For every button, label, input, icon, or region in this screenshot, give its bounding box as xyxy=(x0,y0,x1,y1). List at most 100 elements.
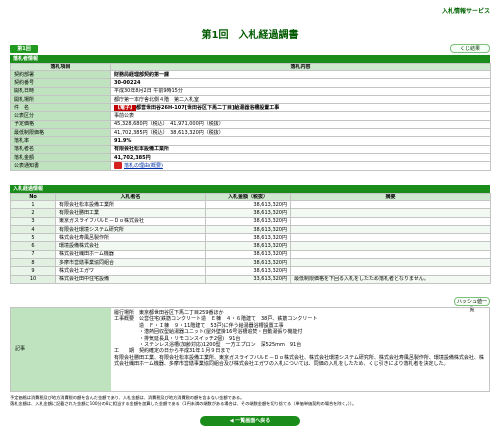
summary-value-cell: 【電子】都営世田谷26H-107[世田谷区下馬二丁目]給湯器浴槽設置工事 xyxy=(110,103,491,113)
hash-list-button[interactable]: ハッシュ値一覧 xyxy=(454,297,490,313)
bid-name: 多摩市営繕事業協同組合 xyxy=(55,258,206,268)
summary-value-cell: 事前公表 xyxy=(110,111,491,121)
summary-value: 事前公表 xyxy=(114,113,135,120)
bid-amount: 38,613,320円 xyxy=(205,241,291,251)
summary-section-header: 落札者情報 xyxy=(10,55,490,63)
bid-amount: 38,613,320円 xyxy=(205,258,291,268)
summary-value: 41,702,385円（税込） 38,613,320円（税抜） xyxy=(114,129,224,136)
bids-table: No 入札者名 入札金額（税抜） 摘要 1 有限会社松本設備工業所 38,613,3… xyxy=(10,193,491,284)
summary-table: 落札項目 落札内容 契約部署 財務局経理部契約第一課 契約番号 30-00224 開札日… xyxy=(10,63,491,171)
summary-label: 最低制限価格 xyxy=(10,128,111,138)
column-header-content: 落札内容 xyxy=(110,63,491,71)
bid-no: 9 xyxy=(10,266,56,276)
bid-name: 株式会社織田ホーム機器 xyxy=(55,249,206,260)
bid-row: 8 多摩市営繕事業協同組合 38,613,320円 xyxy=(10,258,491,268)
bid-name: 東京ガスライフバルＥ－Ｄｏ株式会社 xyxy=(55,216,206,226)
column-header-item: 落札項目 xyxy=(10,63,111,71)
bid-amount: 38,613,320円 xyxy=(205,266,291,276)
bid-no: 2 xyxy=(10,208,56,218)
bid-note: 最低制限価格を下回る入札をしたため落札者となりません。 xyxy=(290,274,491,284)
page-title: 第1回 入札経過調書 xyxy=(201,30,299,41)
summary-label: 開札日時 xyxy=(10,86,111,96)
remarks-text: 履行場所 東京都世田谷区下馬二丁目259番ほか 工事概要 公営住宅(鉄筋コンクリ… xyxy=(114,310,484,368)
bid-no: 7 xyxy=(10,249,56,260)
bid-name: 環境設備株式会社 xyxy=(55,241,206,251)
back-to-list-button[interactable]: ◀ 一覧画面へ戻る xyxy=(200,416,300,426)
summary-value-cell: 平成30年8月2日 午前9時15分 xyxy=(110,86,491,96)
bid-no: 1 xyxy=(10,199,56,210)
bid-note xyxy=(290,216,491,226)
summary-value-cell: 41,702,385円 xyxy=(110,152,491,163)
summary-row: 予定価格 45,328,680円（税込） 41,971,000円（税抜） xyxy=(10,119,491,130)
bid-name: 有限会社松本設備工業所 xyxy=(55,199,206,210)
summary-value-cell: 都庁第一本庁舎北側４階 第二入札室 xyxy=(110,94,491,105)
bid-note xyxy=(290,208,491,218)
bid-no: 4 xyxy=(10,224,56,235)
summary-value-cell: 41,702,385円（税込） 38,613,320円（税抜） xyxy=(110,128,491,138)
bid-note xyxy=(290,199,491,210)
summary-row: 最低制限価格 41,702,385円（税込） 38,613,320円（税抜） xyxy=(10,128,491,138)
summary-row: 件 名【電子】都営世田谷26H-107[世田谷区下馬二丁目]給湯器浴槽設置工事 xyxy=(10,103,491,113)
bid-row: 5 株式会社寿風呂製作所 38,613,320円 xyxy=(10,233,491,243)
bid-name: 有限会社環境システム研究所 xyxy=(55,224,206,235)
bid-no: 10 xyxy=(10,274,56,284)
summary-label: 公表通知書 xyxy=(10,161,111,171)
notice-pdf-link[interactable]: 落札の理由(概要) xyxy=(124,163,163,169)
summary-value-cell: 91.9% xyxy=(110,136,491,146)
summary-value: 有限会社松本設備工業所 xyxy=(114,146,170,153)
summary-label: 公表区分 xyxy=(10,111,111,121)
column-header-no: No xyxy=(10,193,56,201)
summary-row: 契約番号 30-00224 xyxy=(10,78,491,88)
summary-label: 開札場所 xyxy=(10,94,111,105)
bid-row: 10 株式会社田中住宅設備 33,613,320円 最低制限価格を下回る入札をしたため… xyxy=(10,274,491,284)
summary-row: 落札金額 41,702,385円 xyxy=(10,152,491,163)
bid-amount: 38,613,320円 xyxy=(205,199,291,210)
summary-row: 開札場所 都庁第一本庁舎北側４階 第二入札室 xyxy=(10,94,491,105)
bid-no: 3 xyxy=(10,216,56,226)
bid-note xyxy=(290,224,491,235)
bid-row: 2 有限会社勝田工業 38,613,320円 xyxy=(10,208,491,218)
pdf-icon xyxy=(114,162,122,170)
summary-value-cell: 有限会社松本設備工業所 xyxy=(110,144,491,154)
back-arrow-icon: ◀ xyxy=(229,418,234,424)
summary-value-cell: 落札の理由(概要) xyxy=(110,161,491,171)
bid-row: 7 株式会社織田ホーム機器 38,613,320円 xyxy=(10,249,491,260)
summary-label: 落札率 xyxy=(10,136,111,146)
summary-value: 都庁第一本庁舎北側４階 第二入札室 xyxy=(114,96,200,103)
column-header-amount: 入札金額（税抜） xyxy=(205,193,291,201)
bid-no: 8 xyxy=(10,258,56,268)
bids-section-header: 入札経過情報 xyxy=(10,185,490,193)
bid-note xyxy=(290,241,491,251)
bid-note xyxy=(290,258,491,268)
bid-amount: 38,613,320円 xyxy=(205,208,291,218)
summary-label: 契約部署 xyxy=(10,69,111,80)
summary-label: 件 名 xyxy=(10,103,111,113)
summary-value-cell: 財務局経理部契約第一課 xyxy=(110,69,491,80)
bid-amount: 38,613,320円 xyxy=(205,233,291,243)
remarks-label: 記事 xyxy=(15,346,26,352)
bid-note xyxy=(290,266,491,276)
lottery-result-button[interactable]: くじ結果 xyxy=(450,44,490,53)
summary-label: 予定価格 xyxy=(10,119,111,130)
footnote: 予定価格は消費税及び地方消費税の額を含んだ金額であり、入札金額は、消費税及び地方… xyxy=(10,395,357,406)
summary-row: 落札者名 有限会社松本設備工業所 xyxy=(10,144,491,154)
bid-amount: 33,613,320円 xyxy=(205,274,291,284)
bid-row: 4 有限会社環境システム研究所 38,613,320円 xyxy=(10,224,491,235)
summary-value-cell: 45,328,680円（税込） 41,971,000円（税抜） xyxy=(110,119,491,130)
summary-row: 開札日時 平成30年8月2日 午前9時15分 xyxy=(10,86,491,96)
bid-note xyxy=(290,249,491,260)
summary-row: 契約部署 財務局経理部契約第一課 xyxy=(10,69,491,80)
bid-note xyxy=(290,233,491,243)
bid-no: 6 xyxy=(10,241,56,251)
summary-value-cell: 30-00224 xyxy=(110,78,491,88)
portal-link[interactable]: 入札情報サービス xyxy=(442,6,490,15)
bid-no: 5 xyxy=(10,233,56,243)
bid-amount: 38,613,320円 xyxy=(205,216,291,226)
remarks-label-cell: 記事 xyxy=(11,308,111,391)
electronic-badge: 【電子】 xyxy=(114,104,137,111)
summary-value: 45,328,680円（税込） 41,971,000円（税抜） xyxy=(114,121,224,128)
remarks-box: 記事 履行場所 東京都世田谷区下馬二丁目259番ほか 工事概要 公営住宅(鉄筋コ… xyxy=(10,307,490,392)
summary-value: 都営世田谷26H-107[世田谷区下馬二丁目]給湯器浴槽設置工事 xyxy=(136,104,280,111)
summary-row: 落札率 91.9% xyxy=(10,136,491,146)
bid-name: 株式会社寿風呂製作所 xyxy=(55,233,206,243)
